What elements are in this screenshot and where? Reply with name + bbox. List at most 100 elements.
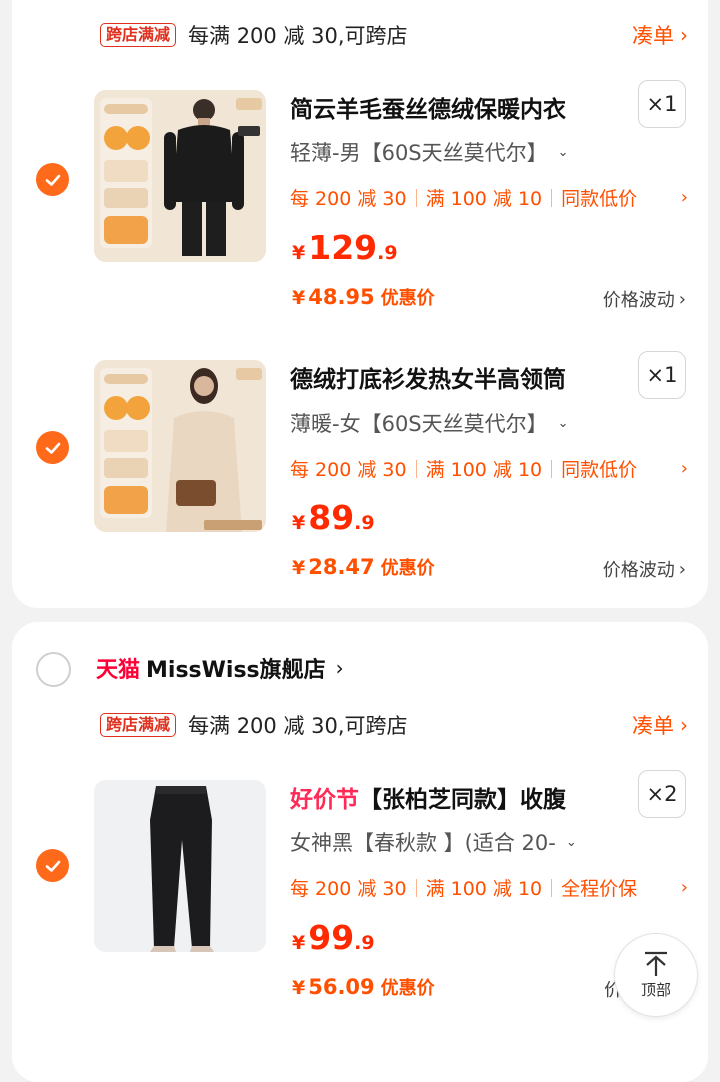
item-price: ¥ 89 .9 (292, 498, 375, 537)
product-image (94, 90, 266, 262)
price-fluctuation-link[interactable]: 价格波动 › (603, 556, 686, 582)
item-price: ¥ 99 .9 (292, 918, 375, 957)
chevron-right-icon: › (680, 458, 688, 479)
item-promotions[interactable]: 每 200 减 30 满 100 减 10 同款低价 › (290, 184, 688, 211)
chevron-down-icon: ⌄ (557, 144, 569, 160)
promo-text: 每满 200 减 30,可跨店 (188, 24, 408, 48)
divider (415, 188, 417, 207)
divider (551, 459, 553, 478)
price-decimal: .9 (377, 242, 398, 264)
store-header[interactable]: 天猫 MissWiss旗舰店 › (96, 652, 344, 684)
price-decimal: .9 (354, 512, 375, 534)
chevron-down-icon: ⌄ (557, 415, 569, 431)
store-card-1: 跨店满减 每满 200 减 30,可跨店 凑单 › 简云羊毛蚕丝德绒保暖内衣 ×… (12, 0, 708, 608)
promo-tag: 跨店满减 (100, 713, 177, 737)
cross-store-promo-row: 跨店满减 每满 200 减 30,可跨店 凑单 › (100, 705, 688, 745)
store-card-2: 天猫 MissWiss旗舰店 › 跨店满减 每满 200 减 30,可跨店 凑单… (12, 622, 708, 1082)
product-image (94, 360, 266, 532)
coudan-button[interactable]: 凑单 › (632, 20, 688, 50)
store-checkbox[interactable] (36, 652, 71, 687)
divider (551, 878, 553, 897)
deal-value: 48.95 (308, 285, 375, 309)
product-title[interactable]: 简云羊毛蚕丝德绒保暖内衣 (290, 90, 620, 124)
fluct-label: 价格波动 (602, 290, 675, 311)
title-text: 【张柏芝同款】收腹 (359, 787, 566, 813)
promo-label: 每 200 减 30 (290, 188, 407, 210)
promo-label: 全程价保 (561, 878, 638, 900)
quantity-button[interactable]: ×1 (638, 80, 686, 128)
item-price: ¥ 129 .9 (292, 228, 398, 267)
variant-selector[interactable]: 女神黑【春秋款 】(适合 20- ⌄ (290, 827, 577, 857)
chevron-down-icon: ⌄ (565, 834, 577, 850)
deal-label: 优惠价 (380, 288, 435, 309)
promo-label: 满 100 减 10 (425, 188, 543, 210)
item-checkbox[interactable] (36, 163, 69, 196)
chevron-right-icon: › (680, 23, 688, 47)
promo-label: 同款低价 (561, 459, 638, 481)
price-fluctuation-link[interactable]: 价格波动 › (603, 286, 686, 312)
chevron-right-icon: › (680, 187, 688, 208)
chevron-right-icon: › (680, 877, 688, 898)
deal-label: 优惠价 (380, 978, 435, 999)
currency-symbol: ¥ (292, 557, 306, 579)
chevron-right-icon: › (678, 288, 686, 310)
currency-symbol: ¥ (292, 977, 306, 999)
price-decimal: .9 (354, 932, 375, 954)
currency-symbol: ¥ (292, 242, 306, 264)
quantity-button[interactable]: ×1 (638, 351, 686, 399)
promo-label: 每 200 减 30 (290, 459, 407, 481)
currency-symbol: ¥ (292, 932, 306, 954)
variant-label: 轻薄-男【60S天丝莫代尔】 (290, 141, 548, 165)
product-thumbnail[interactable] (94, 360, 266, 532)
deal-value: 28.47 (308, 555, 375, 579)
variant-selector[interactable]: 轻薄-男【60S天丝莫代尔】 ⌄ (290, 137, 569, 167)
tmall-badge: 天猫 (96, 658, 141, 683)
checkmark-icon (45, 860, 60, 872)
product-title[interactable]: 好价节【张柏芝同款】收腹 (290, 780, 620, 814)
promo-label: 每 200 减 30 (290, 878, 407, 900)
discounted-price: ¥ 48.95 优惠价 (292, 284, 435, 310)
price-integer: 89 (308, 498, 355, 537)
item-checkbox[interactable] (36, 431, 69, 464)
variant-label: 女神黑【春秋款 】(适合 20- (290, 831, 556, 855)
chevron-right-icon: › (680, 713, 688, 737)
divider (415, 459, 417, 478)
back-to-top-label: 顶部 (640, 980, 671, 999)
price-integer: 99 (308, 918, 355, 957)
currency-symbol: ¥ (292, 287, 306, 309)
quantity-button[interactable]: ×2 (638, 770, 686, 818)
promo-label: 满 100 减 10 (425, 878, 543, 900)
product-thumbnail[interactable] (94, 780, 266, 952)
deal-value: 56.09 (308, 975, 375, 999)
chevron-right-icon: › (335, 656, 344, 680)
chevron-right-icon: › (678, 558, 686, 580)
item-promotions[interactable]: 每 200 减 30 满 100 减 10 同款低价 › (290, 455, 688, 482)
cross-store-promo-row: 跨店满减 每满 200 减 30,可跨店 凑单 › (100, 15, 688, 55)
store-name: MissWiss旗舰店 (146, 658, 326, 683)
variant-selector[interactable]: 薄暖-女【60S天丝莫代尔】 ⌄ (290, 408, 569, 438)
coudan-label: 凑单 (632, 714, 674, 738)
product-thumbnail[interactable] (94, 90, 266, 262)
arrow-up-icon (645, 951, 667, 976)
fluct-label: 价格波动 (602, 560, 675, 581)
coudan-button[interactable]: 凑单 › (632, 710, 688, 740)
item-checkbox[interactable] (36, 849, 69, 882)
product-title[interactable]: 德绒打底衫发热女半高领筒 (290, 360, 620, 394)
checkmark-icon (45, 174, 60, 186)
currency-symbol: ¥ (292, 512, 306, 534)
variant-label: 薄暖-女【60S天丝莫代尔】 (290, 412, 548, 436)
discounted-price: ¥ 28.47 优惠价 (292, 554, 435, 580)
product-image (94, 780, 266, 952)
title-highlight: 好价节 (290, 787, 359, 813)
divider (415, 878, 417, 897)
promo-tag: 跨店满减 (100, 23, 177, 47)
deal-label: 优惠价 (380, 558, 435, 579)
promo-text: 每满 200 减 30,可跨店 (188, 714, 408, 738)
promo-label: 同款低价 (561, 188, 638, 210)
item-promotions[interactable]: 每 200 减 30 满 100 减 10 全程价保 › (290, 874, 688, 901)
price-integer: 129 (308, 228, 378, 267)
back-to-top-button[interactable]: 顶部 (614, 933, 698, 1017)
discounted-price: ¥ 56.09 优惠价 (292, 974, 435, 1000)
checkmark-icon (45, 442, 60, 454)
divider (551, 188, 553, 207)
